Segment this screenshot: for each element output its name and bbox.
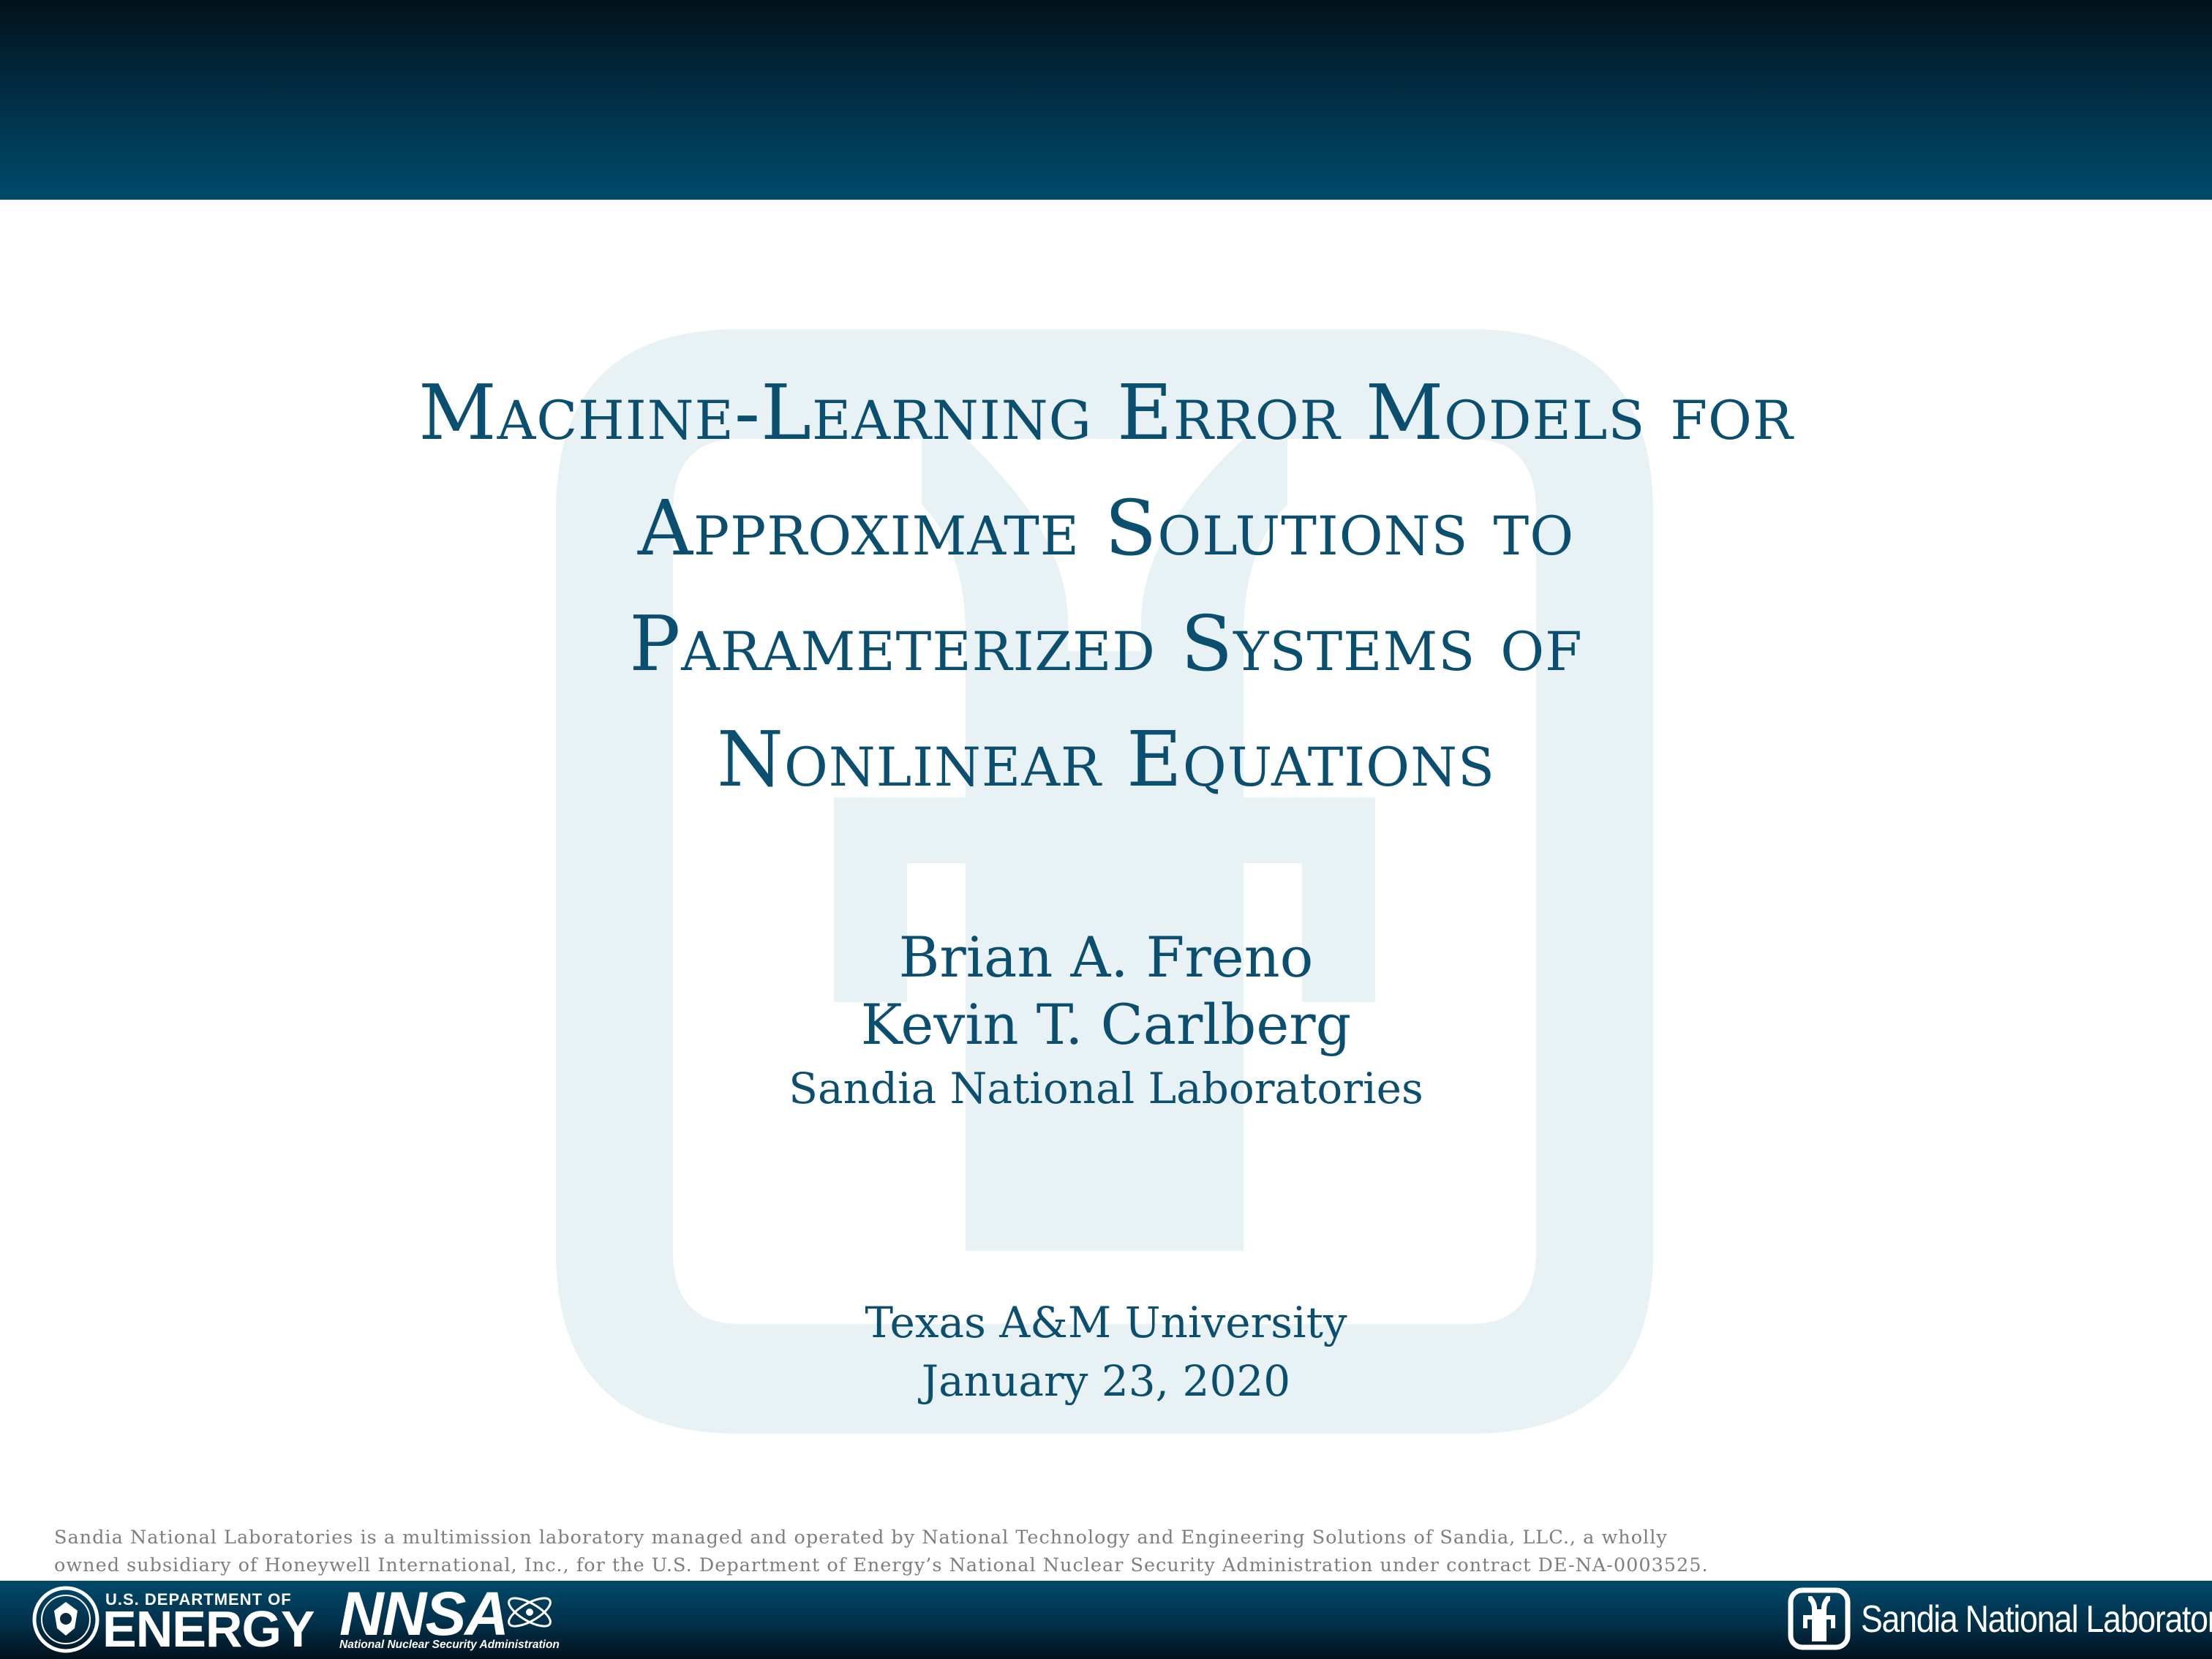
presentation-date: January 23, 2020	[921, 1356, 1291, 1406]
title-line: Approximate Solutions to	[637, 484, 1575, 573]
sandia-thunderbird-icon	[1788, 1587, 1851, 1650]
nnsa-subtitle: National Nuclear Security Administration	[339, 1639, 560, 1651]
doe-main-text: ENERGY	[102, 1600, 315, 1658]
sandia-wordmark: Sandia National Laboratories	[1861, 1598, 2212, 1641]
top-header-band	[0, 0, 2212, 200]
disclaimer-line: owned subsidiary of Honeywell Internatio…	[54, 1554, 1709, 1576]
author-block: Brian A. Freno Kevin T. Carlberg Sandia …	[0, 924, 2212, 1118]
venue-block: Texas A&M University January 23, 2020	[0, 1293, 2212, 1410]
nnsa-atom-icon	[508, 1597, 552, 1628]
doe-seal-icon	[32, 1586, 99, 1653]
venue-name: Texas A&M University	[865, 1298, 1347, 1347]
author-name: Kevin T. Carlberg	[860, 992, 1352, 1057]
title-line: Nonlinear Equations	[717, 715, 1495, 804]
affiliation: Sandia National Laboratories	[789, 1064, 1423, 1113]
disclaimer-line: Sandia National Laboratories is a multim…	[54, 1527, 1668, 1549]
title-line: Machine-Learning Error Models for	[418, 368, 1794, 457]
nnsa-logo: NNSA National Nuclear Security Administr…	[336, 1579, 560, 1653]
slide-title: Machine-Learning Error Models for Approx…	[146, 355, 2066, 817]
title-line: Parameterized Systems of	[629, 599, 1583, 688]
funding-disclaimer: Sandia National Laboratories is a multim…	[54, 1524, 2161, 1579]
author-name: Brian A. Freno	[898, 925, 1314, 990]
nnsa-wordmark: NNSA	[339, 1579, 509, 1648]
